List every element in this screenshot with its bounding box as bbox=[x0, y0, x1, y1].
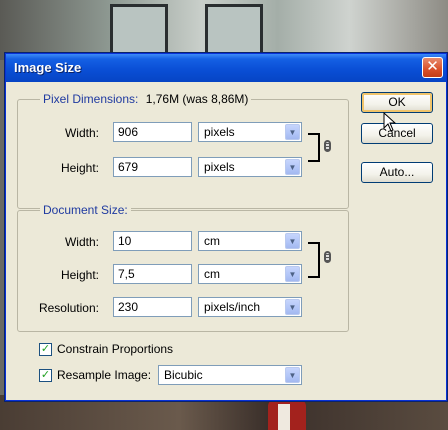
window-title: Image Size bbox=[14, 60, 82, 75]
constrain-proportions-label[interactable]: Constrain Proportions bbox=[57, 342, 173, 356]
document-width-unit-value: cm bbox=[204, 234, 220, 248]
pixel-width-unit-select[interactable]: pixels ▼ bbox=[198, 122, 302, 142]
resample-method-value: Bicubic bbox=[164, 368, 203, 382]
resample-image-checkbox[interactable]: ✓ bbox=[39, 369, 52, 382]
chevron-down-icon[interactable]: ▼ bbox=[285, 233, 300, 249]
close-icon: ✕ bbox=[426, 58, 439, 75]
document-height-input[interactable]: 7,5 bbox=[113, 264, 192, 284]
chevron-down-icon[interactable]: ▼ bbox=[285, 159, 300, 175]
title-bar[interactable]: Image Size ✕ bbox=[6, 54, 446, 82]
pixel-height-unit-select[interactable]: pixels ▼ bbox=[198, 157, 302, 177]
document-width-label: Width: bbox=[64, 235, 99, 249]
document-width-unit-select[interactable]: cm ▼ bbox=[198, 231, 302, 251]
pixel-height-unit-value: pixels bbox=[204, 160, 235, 174]
document-height-unit-value: cm bbox=[204, 267, 220, 281]
chain-link-icon bbox=[324, 251, 331, 263]
resolution-input[interactable]: 230 bbox=[113, 297, 192, 317]
background-window bbox=[205, 4, 263, 60]
pixel-width-label: Width: bbox=[64, 126, 99, 140]
chevron-down-icon[interactable]: ▼ bbox=[285, 299, 300, 315]
pixel-dimensions-size: 1,76M (was 8,86M) bbox=[145, 92, 249, 106]
resample-image-label[interactable]: Resample Image: bbox=[57, 368, 151, 382]
resolution-unit-value: pixels/inch bbox=[204, 300, 261, 314]
pixel-width-input[interactable]: 906 bbox=[113, 122, 192, 142]
image-size-dialog: Image Size ✕ Pixel Dimensions: 1,76M (wa… bbox=[5, 53, 447, 401]
resolution-unit-select[interactable]: pixels/inch ▼ bbox=[198, 297, 302, 317]
close-button[interactable]: ✕ bbox=[422, 57, 443, 78]
pixel-proportion-bracket bbox=[308, 133, 320, 162]
pixel-height-label: Height: bbox=[60, 161, 99, 175]
document-size-label: Document Size: bbox=[40, 203, 131, 217]
chain-link-icon bbox=[324, 140, 331, 152]
pixel-dimensions-title: Pixel Dimensions: bbox=[43, 92, 139, 106]
background-object bbox=[278, 404, 290, 430]
pixel-height-input[interactable]: 679 bbox=[113, 157, 192, 177]
background-window bbox=[110, 4, 168, 60]
chevron-down-icon[interactable]: ▼ bbox=[285, 367, 300, 383]
resample-method-select[interactable]: Bicubic ▼ bbox=[158, 365, 302, 385]
document-width-input[interactable]: 10 bbox=[113, 231, 192, 251]
pixel-width-unit-value: pixels bbox=[204, 125, 235, 139]
document-height-label: Height: bbox=[60, 268, 99, 282]
ok-button[interactable]: OK bbox=[361, 92, 433, 113]
pixel-dimensions-group bbox=[17, 99, 349, 209]
mouse-pointer-icon bbox=[383, 112, 397, 132]
resolution-label: Resolution: bbox=[38, 301, 99, 315]
constrain-proportions-checkbox[interactable]: ✓ bbox=[39, 343, 52, 356]
document-proportion-bracket bbox=[308, 242, 320, 278]
cancel-button[interactable]: Cancel bbox=[361, 123, 433, 144]
chevron-down-icon[interactable]: ▼ bbox=[285, 124, 300, 140]
document-height-unit-select[interactable]: cm ▼ bbox=[198, 264, 302, 284]
chevron-down-icon[interactable]: ▼ bbox=[285, 266, 300, 282]
pixel-dimensions-label: Pixel Dimensions: 1,76M (was 8,86M) bbox=[40, 92, 252, 106]
auto-button[interactable]: Auto... bbox=[361, 162, 433, 183]
